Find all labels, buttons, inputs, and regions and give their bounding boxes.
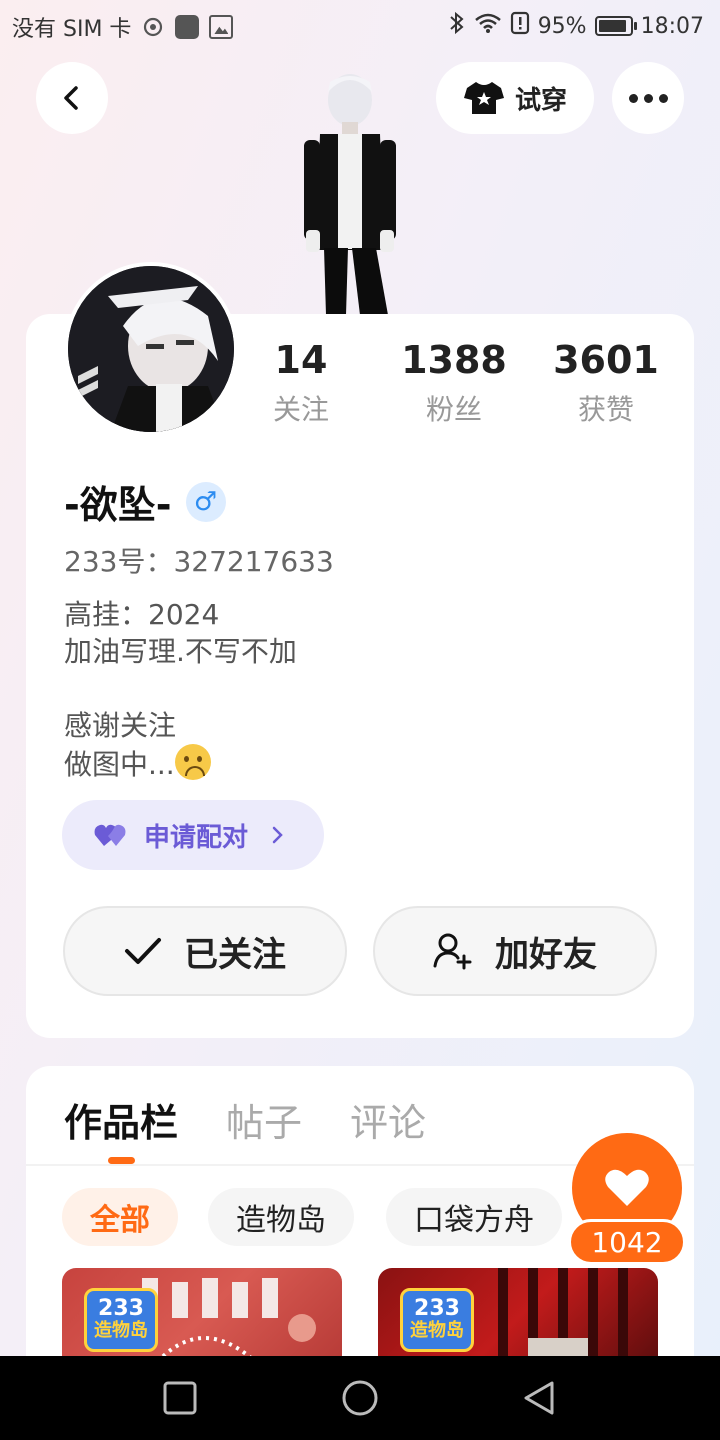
nickname-row: -欲坠- ♂: [64, 474, 226, 529]
following-button[interactable]: 已关注: [63, 906, 347, 996]
status-bar: 没有 SIM 卡 95% 18:07: [0, 0, 720, 50]
chevron-left-icon: [64, 86, 78, 110]
check-icon: [125, 938, 161, 964]
stat-followers-count: 1388: [401, 338, 507, 382]
battery-percent: 95%: [537, 13, 587, 39]
nickname: -欲坠-: [64, 483, 172, 527]
badge-number: 233: [414, 1296, 460, 1321]
wifi-icon: [474, 12, 502, 40]
stat-likes-label: 获赞: [577, 393, 634, 426]
add-user-icon: [433, 933, 472, 970]
creation-island-badge: 233 造物岛: [84, 1288, 158, 1352]
apply-pair-label: 申请配对: [144, 822, 249, 853]
back-button[interactable]: [36, 62, 108, 134]
works-tabs: 作品栏 帖子 评论: [64, 1092, 426, 1147]
avatar[interactable]: [64, 262, 238, 436]
following-label: 已关注: [184, 934, 286, 975]
stat-following[interactable]: 14 关注: [221, 338, 381, 428]
add-friend-label: 加好友: [495, 934, 597, 975]
like-count: 1042: [568, 1219, 686, 1265]
creation-island-badge: 233 造物岛: [400, 1288, 474, 1352]
stat-following-label: 关注: [272, 393, 329, 426]
tab-comments[interactable]: 评论: [350, 1092, 426, 1147]
more-options-button[interactable]: [612, 62, 684, 134]
recent-apps-icon[interactable]: [162, 1380, 198, 1416]
add-friend-button[interactable]: 加好友: [373, 906, 657, 996]
stat-following-count: 14: [274, 338, 328, 382]
battery-icon: [594, 16, 637, 36]
tab-posts[interactable]: 帖子: [226, 1092, 302, 1147]
chip-creation-island[interactable]: 造物岛: [208, 1188, 354, 1246]
carrier-text: 没有 SIM 卡: [12, 17, 132, 42]
clock-time: 18:07: [640, 13, 704, 39]
double-heart-icon: [94, 824, 126, 846]
back-nav-icon[interactable]: [522, 1380, 558, 1416]
frown-emoji-icon: [174, 744, 211, 780]
tab-works[interactable]: 作品栏: [64, 1092, 178, 1147]
gallery-icon: [209, 15, 234, 39]
chip-all[interactable]: 全部: [62, 1188, 178, 1246]
bio-block: 高挂：2024 加油写理.不写不加 感谢关注 做图中...: [64, 596, 297, 783]
badge-number: 233: [98, 1296, 144, 1321]
apply-pair-button[interactable]: 申请配对: [62, 800, 324, 870]
app-notification-icon: [175, 15, 200, 39]
try-on-button[interactable]: 试穿: [436, 62, 594, 134]
home-icon[interactable]: [340, 1380, 380, 1420]
badge-text: 造物岛: [410, 1320, 464, 1341]
bluetooth-icon: [448, 11, 466, 41]
active-tab-indicator: [108, 1157, 135, 1164]
hotspot-icon: [141, 15, 165, 39]
chip-pocket-ark[interactable]: 口袋方舟: [386, 1188, 562, 1246]
work-thumbnail[interactable]: 233 造物岛: [378, 1268, 658, 1368]
badge-text: 造物岛: [94, 1320, 148, 1341]
try-on-label: 试穿: [514, 85, 567, 116]
male-gender-icon: ♂: [185, 481, 226, 522]
stat-followers[interactable]: 1388 粉丝: [374, 338, 534, 428]
user-id: 233号：327217633: [64, 545, 334, 578]
heart-icon: [605, 1169, 649, 1206]
work-thumbnail[interactable]: 233 造物岛: [62, 1268, 342, 1368]
alert-icon: [510, 11, 530, 41]
stat-likes[interactable]: 3601 获赞: [526, 338, 686, 428]
stat-followers-label: 粉丝: [425, 393, 482, 426]
stat-likes-count: 3601: [553, 338, 659, 382]
avatar-3d-figure[interactable]: [290, 70, 410, 315]
shirt-icon: [463, 82, 504, 114]
more-dots-icon: [628, 93, 668, 103]
chevron-right-icon: [272, 826, 283, 844]
